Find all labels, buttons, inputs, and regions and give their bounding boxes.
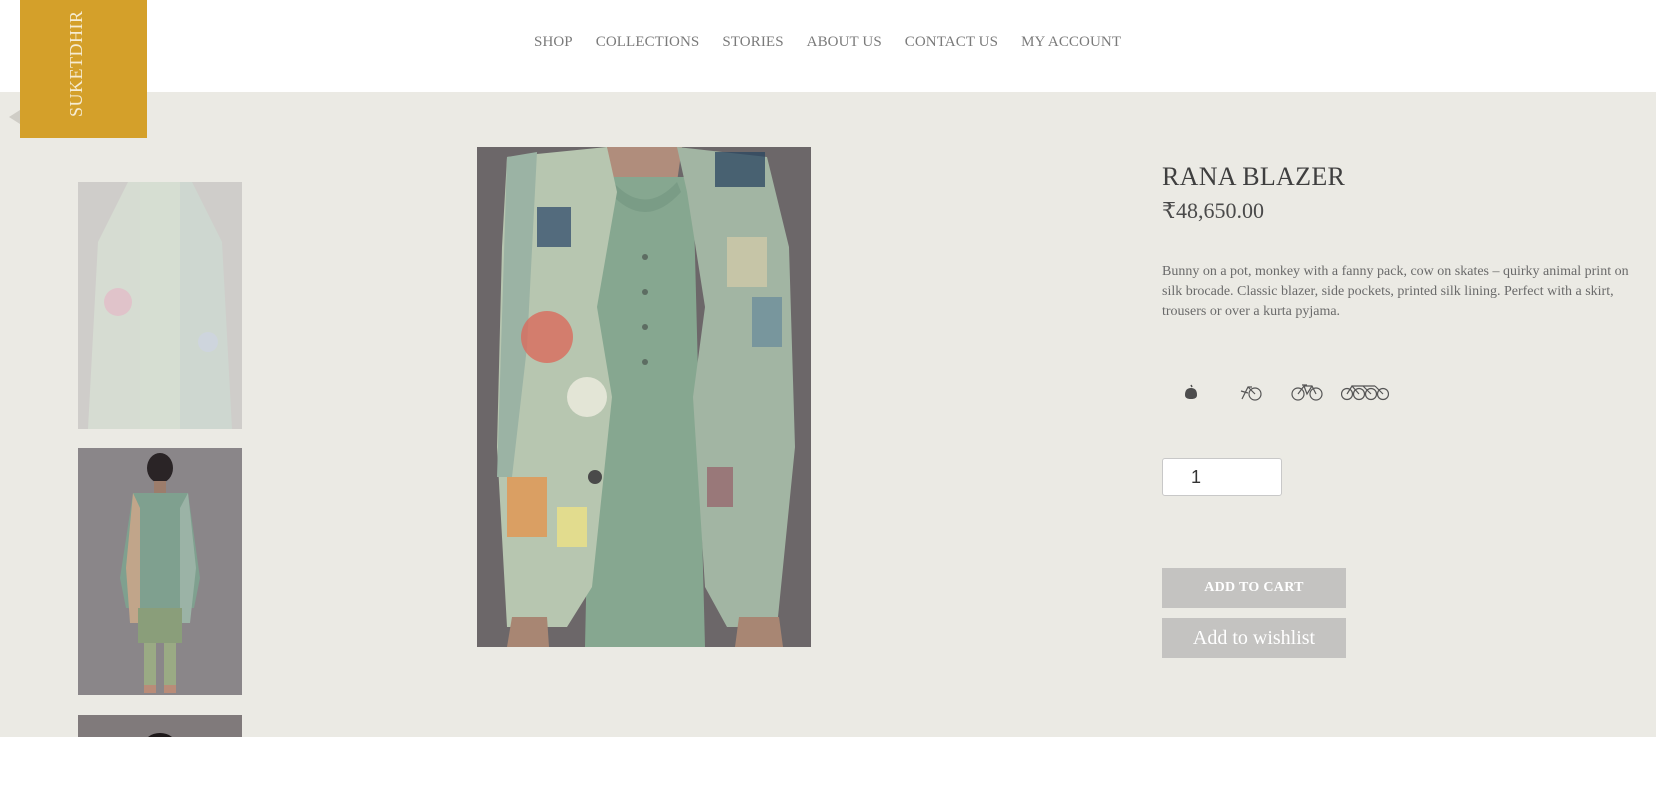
- two-bikes-icon[interactable]: [1278, 377, 1336, 407]
- thumbnail-back-view[interactable]: [78, 448, 242, 695]
- nav-stories[interactable]: STORIES: [722, 34, 783, 51]
- three-bikes-icon[interactable]: [1336, 377, 1394, 407]
- add-to-cart-button[interactable]: ADD TO CART: [1162, 568, 1346, 608]
- nav-about-us[interactable]: ABOUT US: [807, 34, 882, 51]
- brand-name: SUKETDHIR: [66, 10, 86, 118]
- site-header: SHOP COLLECTIONS STORIES ABOUT US CONTAC…: [0, 0, 1656, 92]
- one-bike-icon[interactable]: [1220, 377, 1278, 407]
- product-info: RANA BLAZER ₹48,650.00 Bunny on a pot, m…: [1162, 162, 1642, 658]
- main-product-image[interactable]: [477, 147, 811, 647]
- side-menu-arrow-icon[interactable]: [9, 110, 20, 124]
- product-price: ₹48,650.00: [1162, 198, 1264, 223]
- product-description: Bunny on a pot, monkey with a fanny pack…: [1162, 264, 1629, 319]
- nav-contact-us[interactable]: CONTACT US: [905, 34, 998, 51]
- sesame-icon[interactable]: [1162, 377, 1220, 407]
- quantity-input[interactable]: 1: [1162, 458, 1282, 496]
- thumbnail-front-view[interactable]: [78, 182, 242, 429]
- thumbnail-detail-view[interactable]: [78, 715, 242, 737]
- nav-shop[interactable]: SHOP: [534, 34, 573, 51]
- intensity-icons: [1162, 377, 1394, 407]
- product-section: RANA BLAZER ₹48,650.00 Bunny on a pot, m…: [0, 92, 1656, 737]
- main-nav: SHOP COLLECTIONS STORIES ABOUT US CONTAC…: [534, 34, 1144, 51]
- nav-my-account[interactable]: MY ACCOUNT: [1021, 34, 1121, 51]
- product-title: RANA BLAZER: [1162, 162, 1346, 191]
- nav-collections[interactable]: COLLECTIONS: [596, 34, 700, 51]
- add-to-wishlist-button[interactable]: Add to wishlist: [1162, 618, 1346, 658]
- quantity-value: 1: [1191, 467, 1202, 487]
- brand-logo[interactable]: SUKETDHIR: [20, 0, 147, 138]
